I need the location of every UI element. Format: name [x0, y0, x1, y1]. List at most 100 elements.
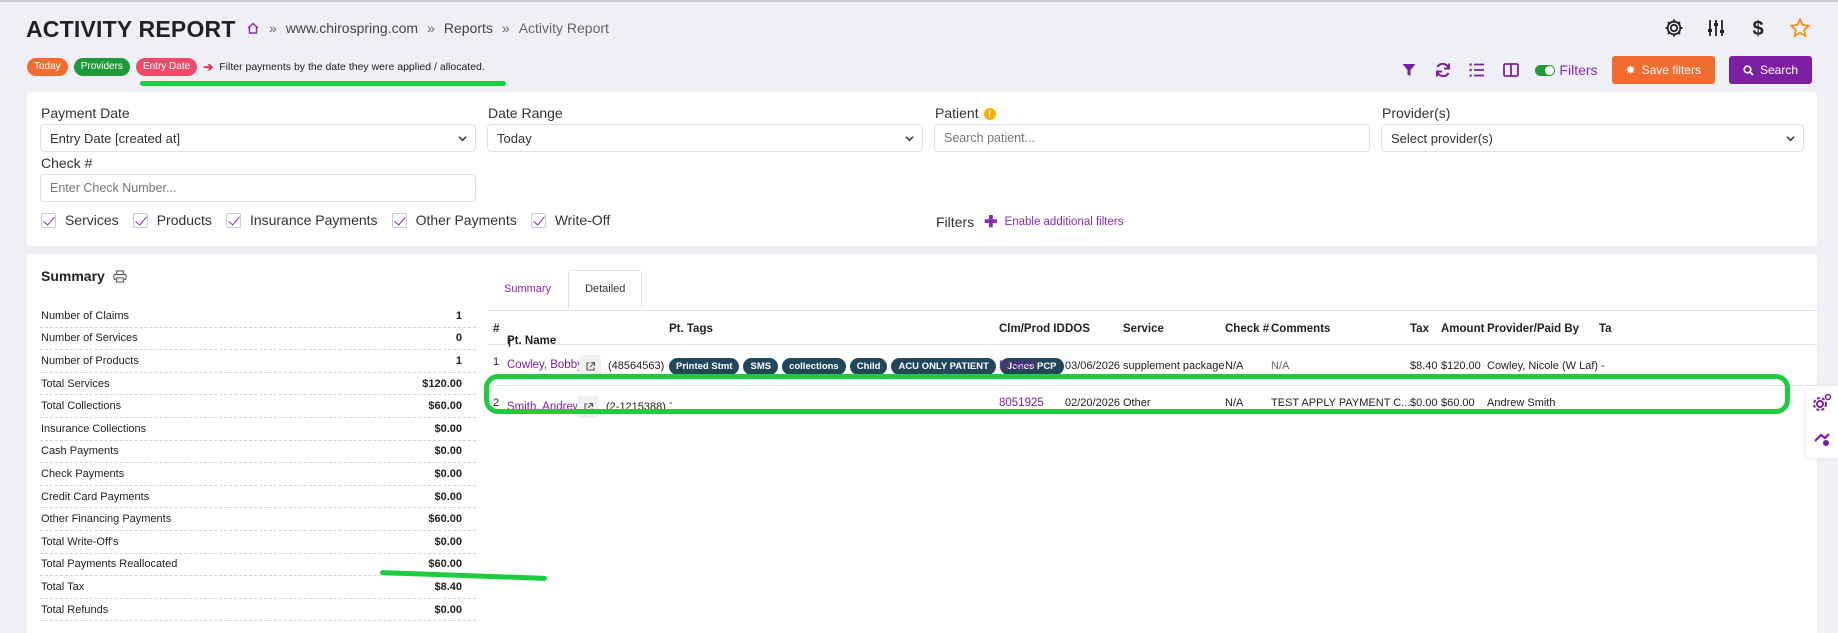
summary-row: Total Collections $60.00 — [40, 395, 476, 418]
checkbox-other-payments[interactable]: Other Payments — [391, 212, 517, 228]
enable-additional-filters-link[interactable]: ✚ Enable additional filters — [984, 212, 1123, 232]
breadcrumb-separator: » — [427, 20, 435, 36]
summary-row-value: $60.00 — [428, 558, 462, 571]
checkbox-services[interactable]: Services — [41, 212, 119, 228]
row-num: 1 — [493, 356, 500, 368]
summary-row-value: 1 — [455, 354, 462, 367]
checkbox-label: Products — [156, 212, 212, 228]
summary-row-label: Number of Claims — [41, 309, 130, 322]
gear-icon[interactable] — [1662, 16, 1686, 40]
transfer-icon[interactable] — [1812, 429, 1832, 452]
breadcrumb-site[interactable]: www.chirospring.com — [286, 20, 418, 36]
svg-text:$: $ — [1752, 18, 1763, 39]
checkbox-write-off[interactable]: Write-Off — [530, 212, 611, 228]
checkbox[interactable] — [132, 212, 148, 228]
report-panel: Summary Number of Claims 1 Number of Servi… — [27, 254, 1817, 633]
patient-tag: Child — [849, 358, 888, 375]
search-button[interactable]: Search — [1728, 56, 1812, 84]
providers-select[interactable]: Select provider(s) — [1381, 124, 1804, 152]
date-range-value: Today — [497, 131, 532, 146]
summary-row: Total Services $120.00 — [40, 373, 476, 396]
payment-date-select[interactable]: Entry Date [created at] — [40, 124, 476, 152]
search-icon — [1743, 64, 1754, 76]
columns-icon[interactable] — [1501, 60, 1521, 80]
chevron-down-icon — [905, 136, 914, 142]
badge-entry-date[interactable]: Entry Date — [135, 58, 198, 76]
star-icon[interactable] — [1788, 16, 1812, 40]
col-header-claim-id: Clm/Prod ID — [999, 323, 1065, 335]
check-number-input[interactable]: Enter Check Number... — [40, 174, 476, 202]
summary-row-label: Total Collections — [41, 400, 122, 413]
home-icon[interactable] — [246, 21, 260, 35]
save-filters-button[interactable]: ✸ Save filters — [1611, 56, 1715, 84]
list-icon[interactable] — [1467, 60, 1487, 80]
summary-row: Credit Card Payments $0.00 — [40, 486, 476, 509]
checkbox[interactable] — [225, 212, 241, 228]
col-header-pt-tags: Pt. Tags — [669, 323, 713, 335]
col-header-ta: Ta — [1599, 323, 1612, 335]
checkbox[interactable] — [530, 212, 546, 228]
checkbox[interactable] — [391, 212, 407, 228]
summary-row-value: $0.00 — [434, 490, 462, 503]
checkbox-products[interactable]: Products — [132, 212, 212, 228]
payment-date-value: Entry Date [created at] — [50, 131, 181, 146]
summary-row-value: $120.00 — [422, 377, 462, 390]
plus-icon: ✚ — [984, 214, 998, 231]
search-label: Search — [1759, 63, 1798, 77]
check-cell: N/A — [1225, 360, 1244, 372]
breadcrumb-reports[interactable]: Reports — [444, 20, 493, 36]
date-range-select[interactable]: Today — [487, 124, 923, 152]
badge-providers[interactable]: Providers — [73, 58, 130, 76]
summary-row: Number of Products 1 — [40, 350, 476, 373]
providers-label: Provider(s) — [1382, 105, 1451, 121]
summary-row: Insurance Collections $0.00 — [40, 418, 476, 441]
patient-search-input[interactable]: Search patient... — [934, 124, 1370, 152]
patient-link[interactable]: Cowley, Bobby — [507, 359, 583, 371]
refresh-icon[interactable] — [1433, 60, 1453, 80]
summary-row-label: Check Payments — [41, 467, 125, 480]
date-range-label: Date Range — [488, 105, 563, 121]
sliders-icon[interactable] — [1704, 16, 1728, 40]
filter-icon[interactable] — [1399, 60, 1419, 80]
chevron-down-icon — [1786, 136, 1795, 142]
highlight-underline — [140, 81, 506, 86]
additional-filters: Filters ✚ Enable additional filters — [936, 212, 1123, 232]
badge-today[interactable]: Today — [27, 58, 68, 76]
summary-row-value: $60.00 — [428, 400, 462, 413]
summary-row-value: 1 — [455, 309, 462, 322]
col-header-tax: Tax — [1410, 323, 1429, 335]
print-icon[interactable] — [113, 269, 127, 283]
payment-type-checkboxes: Services Products Insurance Payments Oth… — [41, 212, 610, 228]
claim-link[interactable]: 574940 — [999, 360, 1037, 372]
enable-additional-filters-label: Enable additional filters — [1004, 216, 1124, 228]
toggle-switch[interactable] — [1535, 64, 1556, 76]
checkbox-insurance-payments[interactable]: Insurance Payments — [225, 212, 378, 228]
active-filter-badges: Today Providers Entry Date ➔ Filter paym… — [27, 58, 485, 76]
dollar-icon[interactable]: $ — [1746, 16, 1770, 40]
summary-row-value: $0.00 — [434, 535, 462, 548]
table-header: # Pt. Name 🠕 Pt. Tags Clm/Prod ID DOS Se… — [487, 311, 1817, 349]
summary-row-label: Total Tax — [41, 580, 85, 593]
col-header-provider: Provider/Paid By — [1487, 323, 1580, 335]
highlight-box — [484, 374, 1790, 414]
tab-summary[interactable]: Summary — [487, 270, 568, 309]
filters-toggle[interactable]: Filters — [1535, 62, 1598, 78]
col-header-check: Check # — [1225, 323, 1270, 335]
col-header-comments: Comments — [1271, 323, 1331, 335]
page-title: ACTIVITY REPORT — [26, 16, 236, 42]
checkbox-label: Write-Off — [554, 212, 611, 228]
checkbox-label: Services — [65, 212, 119, 228]
info-icon[interactable]: ! — [983, 108, 996, 120]
top-icons: $ — [1662, 16, 1812, 40]
checkbox[interactable] — [41, 212, 56, 228]
tab-detailed[interactable]: Detailed — [568, 270, 643, 309]
col-header-num: # — [493, 323, 500, 335]
summary-row-label: Total Payments Reallocated — [41, 558, 178, 571]
summary-row-label: Credit Card Payments — [41, 490, 150, 503]
side-tools — [1806, 386, 1838, 458]
payment-date-label: Payment Date — [41, 105, 130, 121]
summary-row: Check Payments $0.00 — [40, 463, 476, 486]
patient-tag: ACU ONLY PATIENT — [891, 358, 996, 375]
patient-label-text: Patient — [935, 105, 979, 121]
settings-icon[interactable] — [1812, 393, 1832, 416]
